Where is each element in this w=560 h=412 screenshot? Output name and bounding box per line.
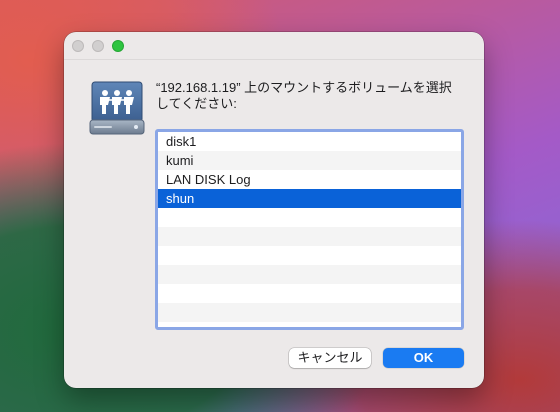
empty-list-row (158, 284, 461, 303)
volume-list-item[interactable]: shun (158, 189, 461, 208)
window-controls (72, 40, 124, 52)
empty-list-row (158, 208, 461, 227)
titlebar-divider (64, 59, 484, 60)
shared-server-drive-icon (89, 81, 145, 135)
volume-list-item[interactable]: LAN DISK Log (158, 170, 461, 189)
minimize-icon[interactable] (92, 40, 104, 52)
zoom-icon[interactable] (112, 40, 124, 52)
empty-list-row (158, 227, 461, 246)
empty-list-row (158, 246, 461, 265)
volume-select-dialog: “192.168.1.19” 上のマウントするボリュームを選択してください: d… (64, 32, 484, 388)
volume-list-item[interactable]: disk1 (158, 132, 461, 151)
prompt-message: “192.168.1.19” 上のマウントするボリュームを選択してください: (156, 80, 452, 111)
empty-list-row (158, 303, 461, 322)
empty-list-row (158, 265, 461, 284)
ok-button[interactable]: OK (383, 348, 464, 368)
volume-list-rows: disk1 kumi LAN DISK Log shun (158, 132, 461, 327)
close-icon[interactable] (72, 40, 84, 52)
volume-list[interactable]: disk1 kumi LAN DISK Log shun (155, 129, 464, 330)
volume-list-item[interactable]: kumi (158, 151, 461, 170)
cancel-button[interactable]: キャンセル (289, 348, 371, 368)
